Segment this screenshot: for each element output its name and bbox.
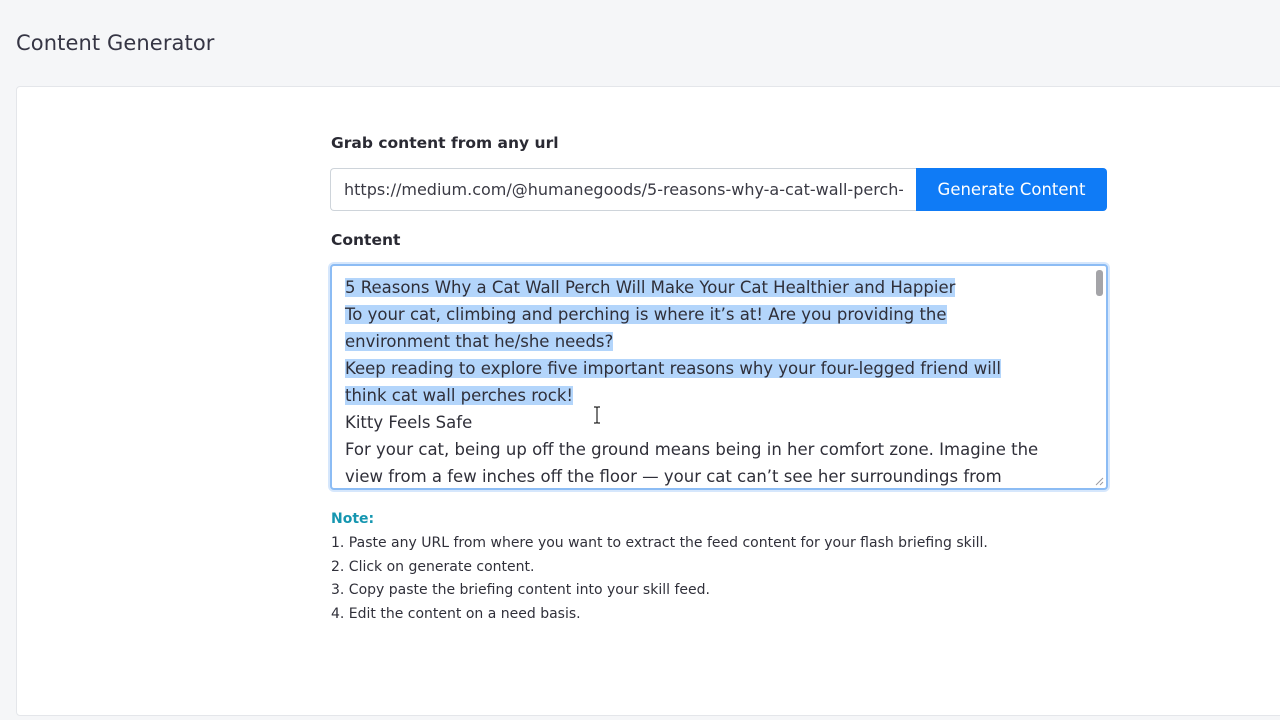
content-label: Content [331, 231, 401, 249]
generate-content-button[interactable]: Generate Content [916, 168, 1107, 211]
url-input-group: Generate Content [330, 168, 1108, 211]
note-title: Note: [331, 511, 375, 527]
textarea-scrollbar-thumb[interactable] [1096, 270, 1103, 296]
content-line: Kitty Feels Safe [345, 413, 473, 432]
note-item: 3. Copy paste the briefing content into … [331, 582, 710, 598]
page-title: Content Generator [16, 31, 215, 55]
note-item: 2. Click on generate content. [331, 558, 535, 575]
content-line: view from a few inches off the floor — y… [345, 467, 1002, 486]
url-label: Grab content from any url [331, 134, 559, 152]
content-line: 5 Reasons Why a Cat Wall Perch Will Make… [345, 278, 956, 297]
note-item: 1. Paste any URL from where you want to … [331, 535, 988, 551]
content-line: To your cat, climbing and perching is wh… [345, 305, 947, 324]
text-cursor-icon [594, 406, 600, 424]
content-textarea[interactable]: 5 Reasons Why a Cat Wall Perch Will Make… [330, 264, 1108, 490]
content-line: think cat wall perches rock! [345, 386, 574, 405]
content-generator-card: Grab content from any url Generate Conte… [16, 86, 1280, 716]
url-input[interactable] [330, 168, 916, 211]
content-line: For your cat, being up off the ground me… [345, 440, 1039, 459]
instructions-note: Note: 1. Paste any URL from where you wa… [331, 511, 988, 626]
resize-grip-icon[interactable] [1094, 476, 1104, 486]
content-text: 5 Reasons Why a Cat Wall Perch Will Make… [345, 274, 1093, 488]
content-line: environment that he/she needs? [345, 332, 614, 351]
content-line: Keep reading to explore five important r… [345, 359, 1001, 378]
note-item: 4. Edit the content on a need basis. [331, 605, 581, 622]
